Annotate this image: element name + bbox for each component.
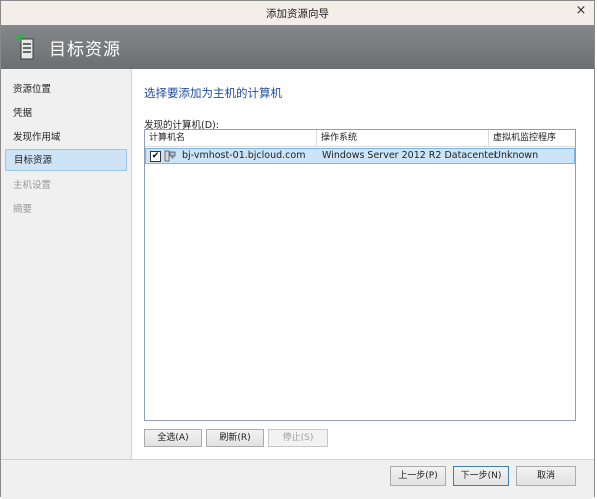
wizard-window: 添加资源向导 × 目标资源 资源位置 凭据 发现作用域 目标资源 主机设置 摘要…: [0, 0, 595, 499]
wizard-footer: 上一步(P) 下一步(N) 取消: [1, 459, 594, 499]
cell-hypervisor: Unknown: [494, 150, 539, 161]
nav-item-target-resources[interactable]: 目标资源: [5, 149, 127, 171]
previous-button[interactable]: 上一步(P): [390, 466, 446, 486]
nav-item-host-settings: 主机设置: [13, 180, 52, 191]
discovered-computers-list[interactable]: 计算机名 操作系统 虚拟机监控程序 ✔ bj-vmhost-01.bjcloud…: [144, 129, 576, 421]
nav-item-resource-location[interactable]: 资源位置: [5, 79, 127, 101]
server-add-icon: [16, 33, 34, 60]
nav-item-credentials[interactable]: 凭据: [5, 103, 127, 125]
header-banner: 目标资源: [1, 25, 594, 69]
cell-os: Windows Server 2012 R2 Datacenter: [322, 150, 498, 161]
window-title: 添加资源向导: [266, 8, 329, 20]
cell-computer-name: bj-vmhost-01.bjcloud.com: [182, 150, 306, 161]
section-heading: 选择要添加为主机的计算机: [144, 86, 282, 100]
title-bar[interactable]: 添加资源向导 ×: [1, 1, 594, 26]
column-header-os[interactable]: 操作系统: [317, 130, 489, 146]
stop-button: 停止(S): [268, 429, 328, 447]
column-header-computer-name[interactable]: 计算机名: [145, 130, 317, 146]
list-header: 计算机名 操作系统 虚拟机监控程序: [145, 130, 575, 147]
computer-icon: [164, 150, 176, 162]
page-title: 目标资源: [49, 40, 121, 60]
column-header-hypervisor[interactable]: 虚拟机监控程序: [489, 130, 575, 146]
cancel-button[interactable]: 取消: [516, 466, 576, 486]
refresh-button[interactable]: 刷新(R): [206, 429, 264, 447]
close-icon[interactable]: ×: [574, 4, 588, 18]
row-checkbox[interactable]: ✔: [150, 151, 161, 162]
select-all-button[interactable]: 全选(A): [144, 429, 202, 447]
nav-item-discovery-scope[interactable]: 发现作用域: [5, 127, 127, 149]
wizard-nav: 资源位置 凭据 发现作用域 目标资源 主机设置 摘要: [1, 69, 132, 459]
nav-item-summary: 摘要: [13, 204, 33, 215]
table-row[interactable]: ✔ bj-vmhost-01.bjcloud.com Windows Serve…: [145, 148, 575, 164]
next-button[interactable]: 下一步(N): [453, 466, 509, 486]
main-panel: 选择要添加为主机的计算机 发现的计算机(D): 计算机名 操作系统 虚拟机监控程…: [132, 69, 594, 459]
